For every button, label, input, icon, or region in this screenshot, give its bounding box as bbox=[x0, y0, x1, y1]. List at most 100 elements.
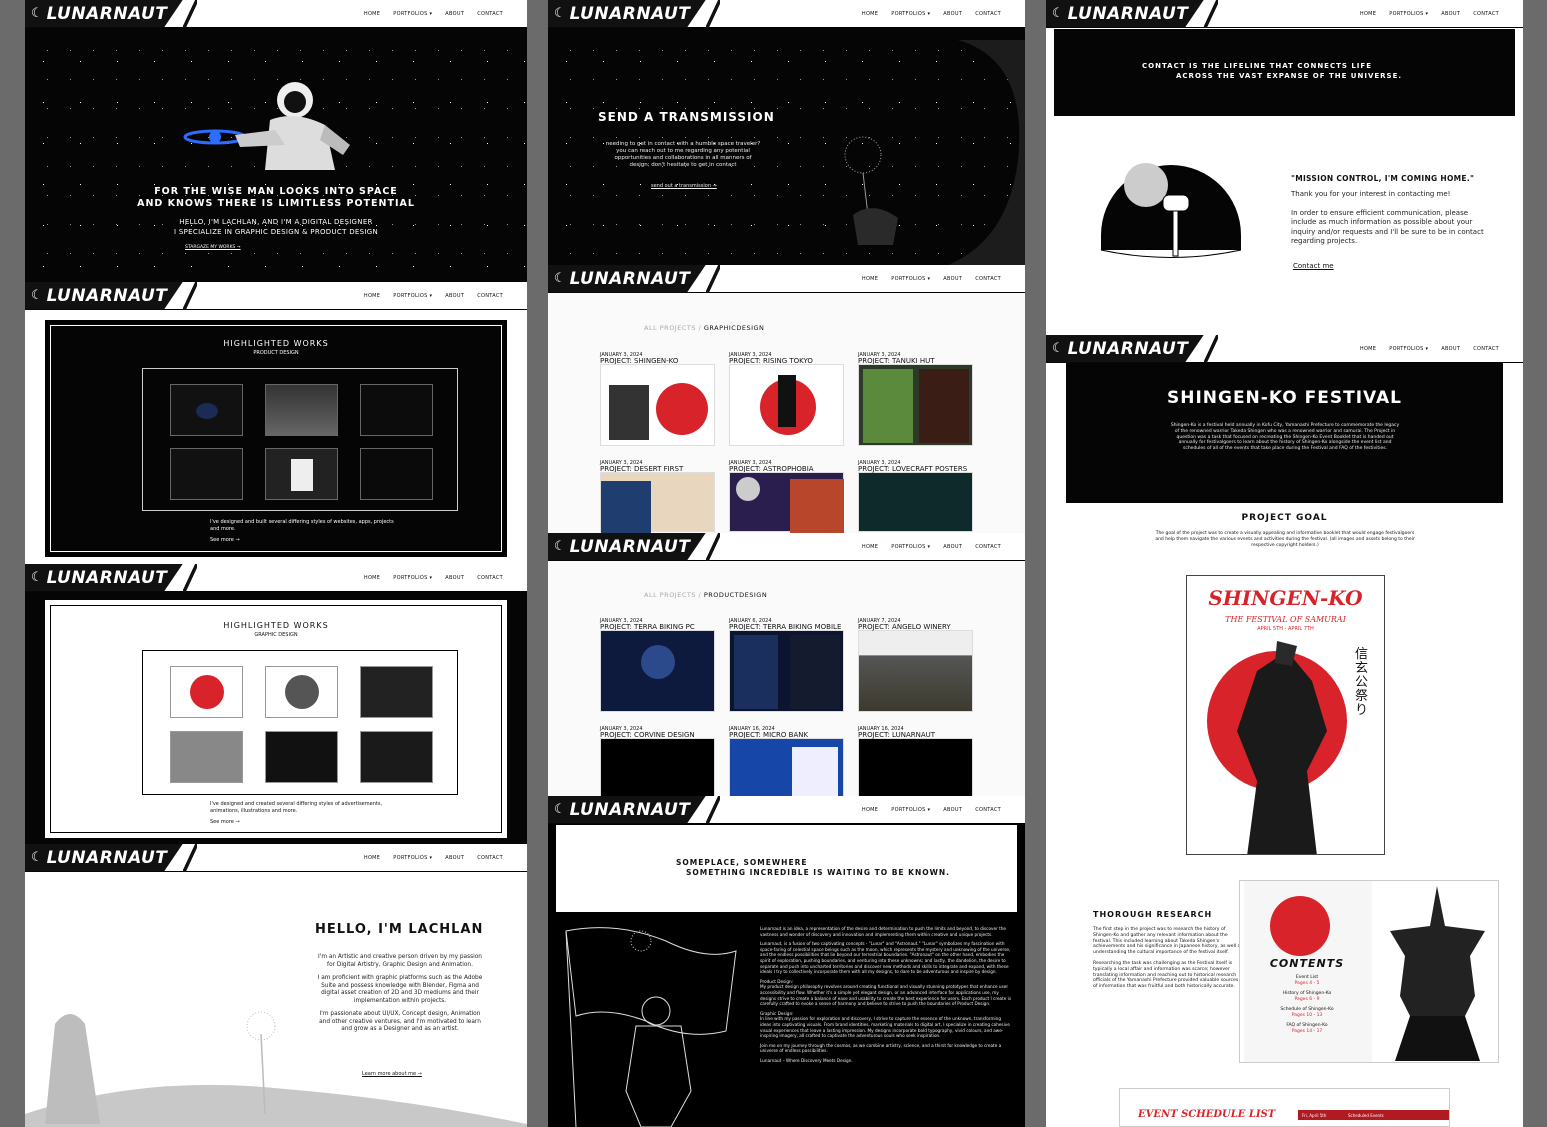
gallery-thumb[interactable] bbox=[170, 666, 243, 718]
breadcrumb-all[interactable]: ALL PROJECTS bbox=[644, 591, 696, 599]
nav-home[interactable]: HOME bbox=[1360, 346, 1376, 352]
gallery-thumb[interactable] bbox=[360, 448, 433, 500]
project-thumb bbox=[600, 738, 715, 796]
nav-portfolios[interactable]: PORTFOLIOS ▾ bbox=[393, 575, 432, 581]
gallery-thumb[interactable] bbox=[170, 448, 243, 500]
column-middle: ☾ LUNARNAUT HOME PORTFOLIOS ▾ ABOUT CONTA… bbox=[548, 0, 1025, 1127]
nav-about[interactable]: ABOUT bbox=[445, 293, 464, 299]
nav-about[interactable]: ABOUT bbox=[943, 544, 962, 550]
nav-about[interactable]: ABOUT bbox=[943, 11, 962, 17]
stargaze-link[interactable]: STARGAZE MY WORKS → bbox=[185, 245, 241, 250]
nav-portfolios[interactable]: PORTFOLIOS ▾ bbox=[1389, 346, 1428, 352]
nav-about[interactable]: ABOUT bbox=[445, 575, 464, 581]
top-nav: ☾ LUNARNAUT HOME PORTFOLIOS ▾ ABOUT CONTA… bbox=[548, 533, 1025, 561]
nav-about[interactable]: ABOUT bbox=[445, 11, 464, 17]
logo[interactable]: ☾ LUNARNAUT bbox=[25, 282, 183, 310]
gallery-thumb[interactable] bbox=[265, 448, 338, 500]
project-card[interactable]: JANUARY 3, 2024 PROJECT: ASTROPHOBIA bbox=[729, 460, 844, 533]
nav-portfolios[interactable]: PORTFOLIOS ▾ bbox=[1389, 11, 1428, 17]
nav-contact[interactable]: CONTACT bbox=[477, 293, 503, 299]
nav-home[interactable]: HOME bbox=[364, 855, 380, 861]
logo[interactable]: ☾ LUNARNAUT bbox=[548, 796, 706, 824]
nav-about[interactable]: ABOUT bbox=[943, 807, 962, 813]
see-more-link[interactable]: See more → bbox=[210, 537, 240, 543]
project-card[interactable]: JANUARY 3, 2024 PROJECT: LOVECRAFT POSTER… bbox=[858, 460, 973, 532]
schedule-preview[interactable]: EVENT SCHEDULE LIST Fri, April 5th Sched… bbox=[1119, 1088, 1450, 1127]
nav-home[interactable]: HOME bbox=[364, 11, 380, 17]
logo[interactable]: ☾ LUNARNAUT bbox=[548, 265, 706, 293]
nav-portfolios[interactable]: PORTFOLIOS ▾ bbox=[891, 544, 930, 550]
breadcrumb-all[interactable]: ALL PROJECTS bbox=[644, 324, 696, 332]
project-card[interactable]: JANUARY 6, 2024 PROJECT: TERRA BIKING MOB… bbox=[729, 618, 844, 712]
logo[interactable]: ☾ LUNARNAUT bbox=[1046, 0, 1204, 28]
logo[interactable]: ☾ LUNARNAUT bbox=[1046, 335, 1204, 363]
nav-contact[interactable]: CONTACT bbox=[477, 575, 503, 581]
logo[interactable]: ☾ LUNARNAUT bbox=[25, 844, 183, 872]
top-nav: ☾ LUNARNAUT HOME PORTFOLIOS ▾ ABOUT CONTA… bbox=[1046, 335, 1523, 363]
project-card[interactable]: JANUARY 3, 2024 PROJECT: SHINGEN-KO bbox=[600, 352, 715, 446]
logo[interactable]: ☾ LUNARNAUT bbox=[548, 533, 706, 561]
learn-more-link[interactable]: Learn more about me → bbox=[362, 1071, 422, 1077]
astronaut-logo-icon: ☾ bbox=[554, 539, 566, 554]
gallery-thumb[interactable] bbox=[360, 384, 433, 436]
breadcrumb: ALL PROJECTS / GRAPHICDESIGN bbox=[644, 324, 765, 332]
see-more-link[interactable]: See more → bbox=[210, 819, 240, 825]
project-thumb bbox=[858, 738, 973, 796]
nav-home[interactable]: HOME bbox=[364, 293, 380, 299]
project-card[interactable]: JANUARY 7, 2024 PROJECT: ANGELO WINERY bbox=[858, 618, 973, 712]
shingen-poster[interactable]: SHINGEN-KO THE FESTIVAL OF SAMURAI APRIL… bbox=[1186, 575, 1385, 855]
nav-portfolios[interactable]: PORTFOLIOS ▾ bbox=[393, 11, 432, 17]
project-card[interactable]: JANUARY 16, 2024 PROJECT: LUNARNAUT bbox=[858, 726, 973, 796]
gallery-thumb[interactable] bbox=[265, 731, 338, 783]
nav-home[interactable]: HOME bbox=[1360, 11, 1376, 17]
gallery-thumb[interactable] bbox=[360, 666, 433, 718]
project-card[interactable]: JANUARY 3, 2024 PROJECT: DESERT FIRST bbox=[600, 460, 715, 533]
contact-me-link[interactable]: Contact me bbox=[1293, 262, 1334, 270]
nav-contact[interactable]: CONTACT bbox=[477, 11, 503, 17]
nav-portfolios[interactable]: PORTFOLIOS ▾ bbox=[891, 11, 930, 17]
logo[interactable]: ☾ LUNARNAUT bbox=[25, 564, 183, 592]
project-card[interactable]: JANUARY 3, 2024 PROJECT: TERRA BIKING PC bbox=[600, 618, 715, 712]
logo[interactable]: ☾ LUNARNAUT bbox=[548, 0, 706, 28]
nav-portfolios[interactable]: PORTFOLIOS ▾ bbox=[393, 293, 432, 299]
nav-home[interactable]: HOME bbox=[862, 11, 878, 17]
project-card[interactable]: JANUARY 3, 2024 PROJECT: TANUKI HUT bbox=[858, 352, 973, 446]
nav-contact[interactable]: CONTACT bbox=[975, 11, 1001, 17]
highlight-product-box: HIGHLIGHTED WORKS PRODUCT DESIGN I've de… bbox=[45, 320, 507, 557]
hero-intro: HELLO, I'M LACHLAN, AND I'M A DIGITAL DE… bbox=[174, 218, 378, 236]
nav-home[interactable]: HOME bbox=[862, 544, 878, 550]
nav-portfolios[interactable]: PORTFOLIOS ▾ bbox=[891, 276, 930, 282]
gallery-thumb[interactable] bbox=[265, 384, 338, 436]
product-gallery bbox=[142, 368, 458, 511]
gallery-thumb[interactable] bbox=[170, 384, 243, 436]
nav-about[interactable]: ABOUT bbox=[1441, 346, 1460, 352]
top-nav: ☾ LUNARNAUT HOME PORTFOLIOS ▾ ABOUT CONTA… bbox=[25, 0, 527, 28]
nav-contact[interactable]: CONTACT bbox=[975, 276, 1001, 282]
logo[interactable]: ☾ LUNARNAUT bbox=[25, 0, 183, 28]
project-card[interactable]: JANUARY 3, 2024 PROJECT: RISING TOKYO bbox=[729, 352, 844, 446]
send-transmission-link[interactable]: send out a transmission → bbox=[651, 183, 717, 189]
nav-about[interactable]: ABOUT bbox=[943, 276, 962, 282]
nav-contact[interactable]: CONTACT bbox=[1473, 346, 1499, 352]
nav-home[interactable]: HOME bbox=[862, 807, 878, 813]
astronaut-logo-icon: ☾ bbox=[1052, 6, 1064, 21]
nav-about[interactable]: ABOUT bbox=[445, 855, 464, 861]
top-nav: ☾ LUNARNAUT HOME PORTFOLIOS ▾ ABOUT CONTA… bbox=[25, 564, 527, 592]
nav-contact[interactable]: CONTACT bbox=[1473, 11, 1499, 17]
project-card[interactable]: JANUARY 16, 2024 PROJECT: MICRO BANK bbox=[729, 726, 844, 796]
nav-home[interactable]: HOME bbox=[364, 575, 380, 581]
nav-portfolios[interactable]: PORTFOLIOS ▾ bbox=[393, 855, 432, 861]
about-brand-text: Lunarnaut is an idea, a representation o… bbox=[760, 926, 1012, 1063]
project-card[interactable]: JANUARY 3, 2024 PROJECT: CORVINE DESIGN bbox=[600, 726, 715, 796]
nav-portfolios[interactable]: PORTFOLIOS ▾ bbox=[891, 807, 930, 813]
nav-contact[interactable]: CONTACT bbox=[975, 807, 1001, 813]
nav-home[interactable]: HOME bbox=[862, 276, 878, 282]
project-thumb bbox=[600, 472, 715, 533]
gallery-thumb[interactable] bbox=[265, 666, 338, 718]
gallery-thumb[interactable] bbox=[170, 731, 243, 783]
gallery-thumb[interactable] bbox=[360, 731, 433, 783]
nav-contact[interactable]: CONTACT bbox=[477, 855, 503, 861]
nav-contact[interactable]: CONTACT bbox=[975, 544, 1001, 550]
nav-about[interactable]: ABOUT bbox=[1441, 11, 1460, 17]
contents-spread[interactable]: CONTENTS Event List Pages 4 - 5 History … bbox=[1239, 880, 1499, 1063]
